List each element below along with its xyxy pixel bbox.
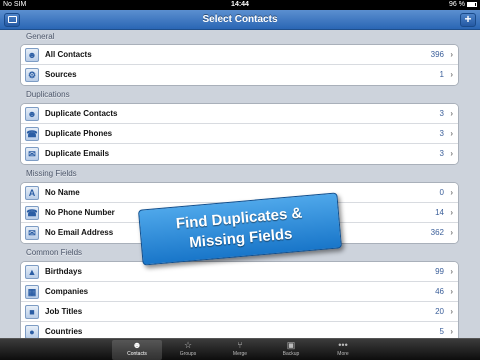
navigation-bar: Select Contacts +	[0, 10, 480, 30]
status-bar: No SIM 14:44 96 %	[0, 0, 480, 10]
tab-label: Contacts	[127, 351, 147, 357]
chevron-right-icon: ›	[450, 307, 453, 316]
row-count: 20	[435, 307, 444, 316]
row-duplicate-phones[interactable]: ☎ Duplicate Phones 3 ›	[21, 124, 458, 144]
row-label: Companies	[45, 287, 89, 296]
backup-icon: ▣	[286, 340, 296, 350]
sources-icon: ⚙	[25, 68, 39, 82]
tab-groups[interactable]: ☆ Groups	[163, 340, 213, 360]
contacts-icon: ☻	[25, 48, 39, 62]
battery-text: 96 %	[449, 1, 465, 8]
tab-label: Groups	[179, 351, 197, 357]
row-duplicate-contacts[interactable]: ☻ Duplicate Contacts 3 ›	[21, 104, 458, 124]
row-duplicate-emails[interactable]: ✉ Duplicate Emails 3 ›	[21, 144, 458, 164]
tab-label: Merge	[232, 351, 248, 357]
battery-icon	[467, 1, 477, 7]
clock-text: 14:44	[231, 1, 249, 8]
row-birthdays[interactable]: ▲ Birthdays 99 ›	[21, 262, 458, 282]
add-button[interactable]: +	[460, 13, 476, 27]
row-count: 1	[439, 70, 444, 79]
battery-indicator: 96 %	[449, 0, 477, 10]
contacts-tab-icon: ☻	[132, 340, 142, 350]
section-title-missing: Missing Fields	[26, 169, 77, 178]
section-title-common: Common Fields	[26, 248, 83, 257]
row-label: Countries	[45, 327, 83, 336]
no-email-icon: ✉	[25, 226, 39, 240]
row-label: Job Titles	[45, 307, 83, 316]
row-count: 14	[435, 208, 444, 217]
row-job-titles[interactable]: ■ Job Titles 20 ›	[21, 302, 458, 322]
no-phone-icon: ☎	[25, 206, 39, 220]
birthday-icon: ▲	[25, 265, 39, 279]
row-count: 362	[430, 228, 444, 237]
group-duplications: ☻ Duplicate Contacts 3 › ☎ Duplicate Pho…	[20, 103, 459, 165]
chevron-right-icon: ›	[450, 208, 453, 217]
row-countries[interactable]: ● Countries 5 ›	[21, 322, 458, 338]
row-count: 3	[439, 129, 444, 138]
more-icon: •••	[338, 340, 348, 350]
company-icon: ▦	[25, 285, 39, 299]
tab-backup[interactable]: ▣ Backup	[266, 340, 316, 360]
row-companies[interactable]: ▦ Companies 46 ›	[21, 282, 458, 302]
chevron-right-icon: ›	[450, 267, 453, 276]
phone-icon: ☎	[25, 127, 39, 141]
tab-merge[interactable]: ⑂ Merge	[215, 340, 265, 360]
section-title-general: General	[26, 32, 55, 41]
tab-label: More	[337, 351, 349, 357]
row-count: 396	[430, 50, 444, 59]
chevron-right-icon: ›	[450, 327, 453, 336]
row-all-contacts[interactable]: ☻ All Contacts 396 ›	[21, 45, 458, 65]
star-icon: ☆	[183, 340, 193, 350]
job-icon: ■	[25, 305, 39, 319]
chevron-right-icon: ›	[450, 50, 453, 59]
merge-icon: ⑂	[237, 340, 243, 350]
row-label: No Email Address	[45, 228, 114, 237]
no-name-icon: A	[25, 186, 39, 200]
row-label: Sources	[45, 70, 77, 79]
row-count: 3	[439, 109, 444, 118]
globe-icon: ●	[25, 325, 39, 338]
row-label: No Name	[45, 188, 80, 197]
tab-label: Backup	[282, 351, 300, 357]
row-count: 46	[435, 287, 444, 296]
group-common-fields: ▲ Birthdays 99 › ▦ Companies 46 › ■ Job …	[20, 261, 459, 338]
row-count: 0	[439, 188, 444, 197]
section-title-duplications: Duplications	[26, 90, 70, 99]
tab-more[interactable]: ••• More	[318, 340, 368, 360]
email-icon: ✉	[25, 147, 39, 161]
row-label: Birthdays	[45, 267, 82, 276]
contacts-list[interactable]: General ☻ All Contacts 396 › ⚙ Sources 1…	[0, 31, 480, 338]
row-label: Duplicate Emails	[45, 149, 110, 158]
tab-bar: ☻ Contacts ☆ Groups ⑂ Merge ▣ Backup •••…	[0, 338, 480, 360]
row-sources[interactable]: ⚙ Sources 1 ›	[21, 65, 458, 85]
row-label: No Phone Number	[45, 208, 115, 217]
row-label: All Contacts	[45, 50, 92, 59]
row-label: Duplicate Contacts	[45, 109, 118, 118]
duplicate-contacts-icon: ☻	[25, 107, 39, 121]
group-general: ☻ All Contacts 396 › ⚙ Sources 1 ›	[20, 44, 459, 86]
row-count: 3	[439, 149, 444, 158]
row-count: 5	[439, 327, 444, 336]
chevron-right-icon: ›	[450, 109, 453, 118]
chevron-right-icon: ›	[450, 228, 453, 237]
chevron-right-icon: ›	[450, 188, 453, 197]
chevron-right-icon: ›	[450, 149, 453, 158]
tab-contacts[interactable]: ☻ Contacts	[112, 340, 162, 360]
row-count: 99	[435, 267, 444, 276]
chevron-right-icon: ›	[450, 287, 453, 296]
page-title: Select Contacts	[202, 14, 278, 25]
row-label: Duplicate Phones	[45, 129, 113, 138]
chevron-right-icon: ›	[450, 70, 453, 79]
chevron-right-icon: ›	[450, 129, 453, 138]
